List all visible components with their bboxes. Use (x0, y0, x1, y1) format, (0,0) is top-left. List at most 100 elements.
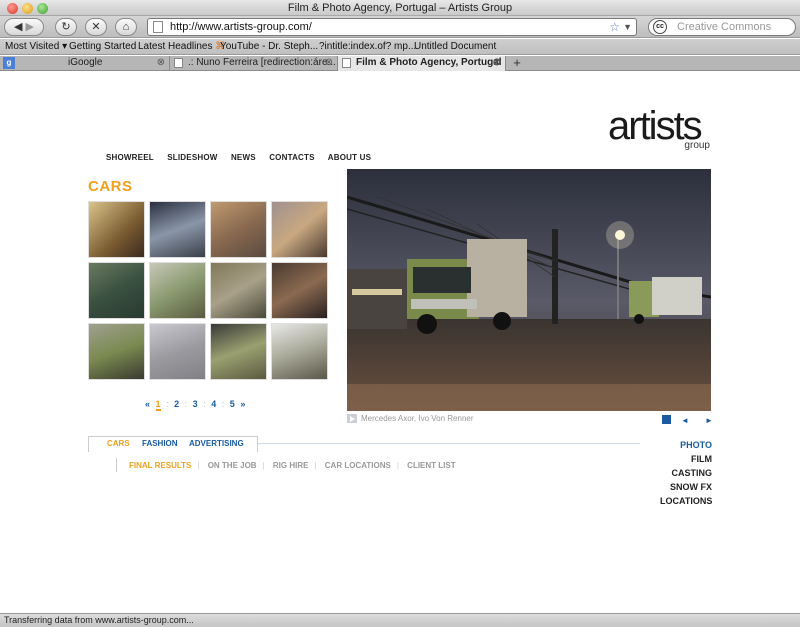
menu-film[interactable]: FILM (660, 452, 712, 466)
nav-showreel[interactable]: SHOWREEL (106, 153, 154, 162)
menu-locations[interactable]: LOCATIONS (660, 494, 712, 508)
subnav-separator: | (262, 461, 265, 470)
thumbnail[interactable] (210, 201, 267, 258)
bookmark-getting-started[interactable]: Getting Started (69, 39, 136, 54)
search-input[interactable]: cc Creative Commons (648, 18, 796, 36)
menu-casting[interactable]: CASTING (660, 466, 713, 480)
bookmark-latest-headlines[interactable]: Latest Headlines ⌘ (138, 39, 225, 54)
page-icon (153, 21, 163, 33)
stop-button[interactable]: ✕ (85, 18, 107, 36)
menu-photo[interactable]: PHOTO (660, 438, 712, 452)
category-advertising[interactable]: ADVERTISING (189, 437, 244, 451)
pager-page-5[interactable]: 5 (230, 399, 235, 409)
pause-button[interactable] (662, 415, 671, 424)
stop-icon: ✕ (91, 21, 101, 33)
subnav-final-results[interactable]: FINAL RESULTS (129, 461, 191, 470)
subnav-rig-hire[interactable]: RIG HIRE (273, 461, 309, 470)
minimize-window-button[interactable] (22, 3, 33, 14)
bookmark-youtube[interactable]: YouTube - Dr. Steph... (220, 39, 318, 54)
thumbnail[interactable] (149, 201, 206, 258)
url-dropdown-icon[interactable]: ▼ (623, 19, 632, 35)
thumbnail[interactable] (88, 262, 145, 319)
thumbnail[interactable] (149, 262, 206, 319)
pager-separator: : (203, 399, 206, 409)
nav-slideshow[interactable]: SLIDESHOW (167, 153, 217, 162)
zoom-window-button[interactable] (37, 3, 48, 14)
url-text[interactable]: http://www.artists-group.com/ (170, 21, 312, 33)
subnav-on-the-job[interactable]: ON THE JOB (208, 461, 257, 470)
page-icon (174, 58, 183, 68)
close-window-button[interactable] (7, 3, 18, 14)
pager-page-2[interactable]: 2 (174, 399, 179, 409)
close-tab-icon[interactable]: ⊗ (325, 56, 333, 70)
category-tabs: CARS FASHION ADVERTISING (88, 436, 258, 452)
subnav-separator: | (197, 461, 200, 470)
thumbnail-selected[interactable] (149, 323, 206, 380)
pager-next[interactable]: » (240, 399, 245, 409)
tab-igoogle[interactable]: g iGoogle ⊗ (0, 56, 170, 71)
hero-photo[interactable] (347, 169, 711, 411)
bookmark-most-visited[interactable]: Most Visited ▾ (5, 39, 67, 54)
bookmark-untitled[interactable]: Untitled Document (414, 39, 496, 54)
pager-separator: : (184, 399, 188, 409)
thumbnail[interactable] (88, 323, 145, 380)
pager-page-3[interactable]: 3 (193, 399, 198, 409)
close-tab-icon[interactable]: ⊗ (493, 56, 501, 70)
forward-arrow-icon[interactable]: ▶ (26, 21, 34, 33)
category-fashion[interactable]: FASHION (142, 437, 178, 451)
reload-icon: ↻ (61, 21, 71, 33)
status-bar: Transferring data from www.artists-group… (0, 613, 800, 627)
creative-commons-icon[interactable]: cc (653, 20, 667, 34)
pager-separator: : (166, 399, 169, 409)
search-placeholder: Creative Commons (677, 21, 772, 33)
category-cars[interactable]: CARS (107, 437, 130, 451)
new-tab-button[interactable]: + (506, 56, 528, 71)
subnav-client-list[interactable]: CLIENT LIST (407, 461, 455, 470)
bookmark-star-icon[interactable]: ☆ (609, 19, 620, 35)
thumbnail-grid (88, 201, 328, 383)
gallery-pager: « 1 : 2 : 3 : 4 : 5 » (145, 399, 248, 411)
tab-artists-group[interactable]: Film & Photo Agency, Portugal ... ⊗ (338, 56, 506, 71)
photo-caption: Mercedes Axor, Ivo Von Renner (347, 414, 474, 424)
pager-page-4[interactable]: 4 (211, 399, 216, 409)
status-text: Transferring data from www.artists-group… (4, 615, 194, 625)
thumbnail[interactable] (271, 323, 328, 380)
previous-slide-button[interactable]: ◄ (681, 416, 689, 425)
bookmarks-bar: Most Visited ▾ Getting Started Latest He… (0, 39, 800, 55)
thumbnail[interactable] (271, 262, 328, 319)
reload-button[interactable]: ↻ (55, 18, 77, 36)
google-icon: g (3, 57, 15, 69)
back-arrow-icon[interactable]: ◀ (14, 21, 22, 33)
thumbnail[interactable] (210, 323, 267, 380)
artists-group-logo[interactable]: artists group (608, 104, 712, 152)
tab-strip: g iGoogle ⊗ .: Nuno Ferreira [redirectio… (0, 56, 800, 71)
home-icon: ⌂ (122, 21, 130, 33)
play-icon[interactable] (347, 414, 357, 424)
tab-nuno-ferreira[interactable]: .: Nuno Ferreira [redirection:áre... ⊗ (170, 56, 338, 71)
home-button[interactable]: ⌂ (115, 18, 137, 36)
sub-navigation: FINAL RESULTS | ON THE JOB | RIG HIRE | CAR… (116, 458, 462, 472)
menu-snow-fx[interactable]: SNOW FX (660, 480, 712, 494)
back-forward-button[interactable]: ◀ ▶ (4, 18, 44, 36)
top-navigation: SHOWREEL SLIDESHOW NEWS CONTACTS ABOUT U… (106, 153, 382, 162)
bookmark-intitle[interactable]: ?intitle:index.of? mp... (319, 39, 416, 54)
pager-separator: : (221, 399, 225, 409)
right-menu: PHOTO FILM CASTING SNOW FX LOCATIONS (660, 438, 712, 508)
thumbnail[interactable] (210, 262, 267, 319)
pager-prev[interactable]: « (145, 399, 150, 409)
nav-contacts[interactable]: CONTACTS (269, 153, 314, 162)
address-bar[interactable]: http://www.artists-group.com/ ☆ ▼ (147, 18, 637, 36)
subnav-separator: | (314, 461, 317, 470)
pager-page-1[interactable]: 1 (155, 399, 161, 411)
navigation-toolbar: ◀ ▶ ↻ ✕ ⌂ http://www.artists-group.com/ … (0, 16, 800, 38)
close-tab-icon[interactable]: ⊗ (157, 56, 165, 70)
nav-news[interactable]: NEWS (231, 153, 256, 162)
thumbnail[interactable] (271, 201, 328, 258)
subnav-separator: | (396, 461, 399, 470)
subnav-car-locations[interactable]: CAR LOCATIONS (325, 461, 391, 470)
logo-sub: group (684, 140, 710, 151)
next-slide-button[interactable]: ► (705, 416, 713, 425)
nav-about-us[interactable]: ABOUT US (328, 153, 371, 162)
hero-photo-illustration (347, 169, 711, 411)
thumbnail[interactable] (88, 201, 145, 258)
